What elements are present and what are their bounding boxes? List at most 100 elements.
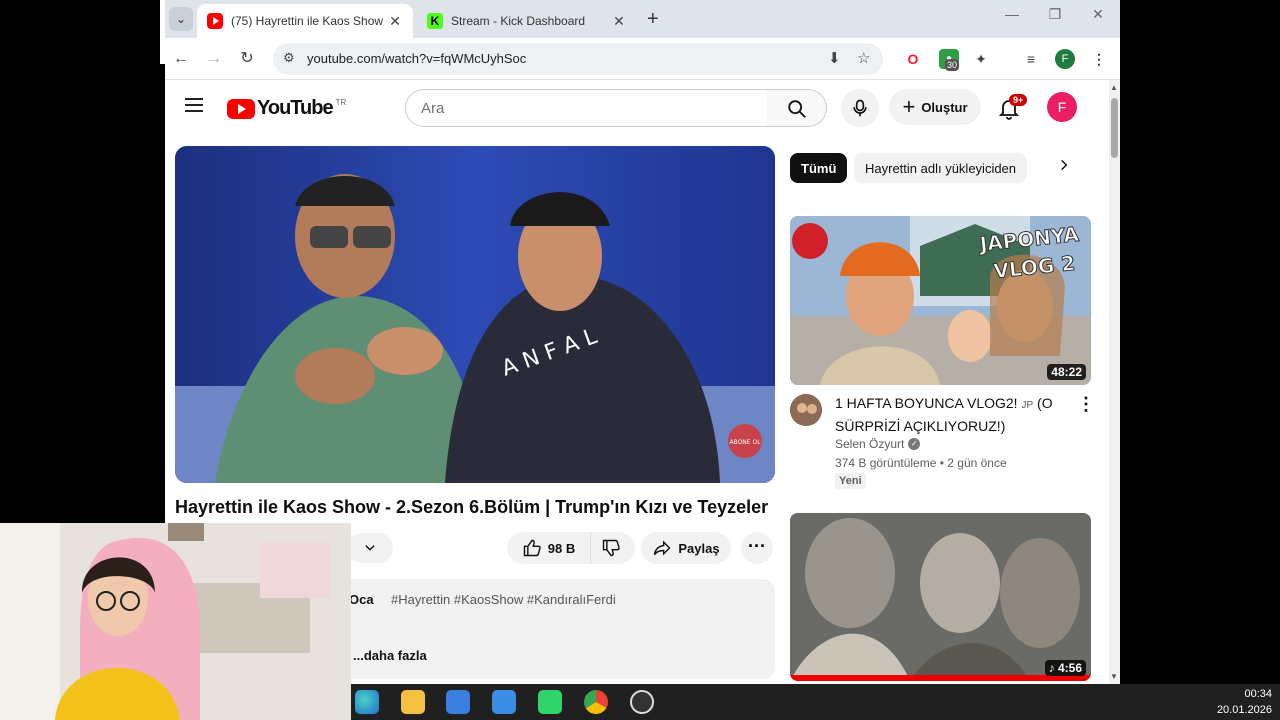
subscribe-dropdown-button[interactable] [347, 533, 393, 563]
share-icon [654, 540, 671, 556]
extensions-puzzle-icon[interactable]: ✦ [971, 49, 991, 69]
mail-icon[interactable] [492, 690, 516, 714]
scroll-down-icon[interactable]: ▼ [1110, 672, 1118, 681]
tab-search-button[interactable]: ⌄ [169, 7, 193, 31]
store-icon[interactable] [446, 690, 470, 714]
dislike-button[interactable] [591, 532, 635, 564]
opera-extension-icon[interactable]: O [903, 49, 923, 69]
clock-time: 00:34 [1244, 688, 1272, 700]
more-horizontal-icon: ··· [748, 536, 766, 556]
scroll-up-icon[interactable]: ▲ [1110, 83, 1118, 92]
webcam-image [0, 523, 351, 720]
restore-button[interactable]: ❐ [1035, 6, 1075, 23]
create-label: Oluştur [921, 99, 968, 115]
minimize-button[interactable]: — [992, 6, 1032, 22]
tab-title: (75) Hayrettin ile Kaos Show - 2 [231, 14, 387, 28]
search-input[interactable] [406, 90, 767, 126]
chevron-right-icon[interactable] [1057, 157, 1071, 178]
video-duration: ♪ 4:56 [1044, 660, 1086, 676]
title-part: 1 HAFTA BOYUNCA VLOG2! [835, 395, 1022, 411]
new-badge: Yeni [835, 473, 866, 489]
media-controls-icon[interactable]: ≡ [1021, 49, 1041, 69]
scrollbar-thumb[interactable] [1111, 98, 1118, 158]
channel-name: Selen Özyurt [835, 437, 905, 451]
video-frame: A N F A L ABONE OL [175, 146, 775, 483]
thumbs-up-icon [523, 539, 541, 557]
system-clock[interactable]: 00:34 20.01.2026 [1217, 686, 1272, 718]
close-window-button[interactable]: ✕ [1078, 6, 1118, 23]
tab-youtube[interactable]: (75) Hayrettin ile Kaos Show - 2 ✕ [197, 4, 413, 38]
create-button[interactable]: + Oluştur [889, 89, 981, 125]
tab-bar: ⌄ (75) Hayrettin ile Kaos Show - 2 ✕ K S… [165, 0, 1120, 38]
recommendation-thumbnail[interactable]: JAPONYA VLOG 2 48:22 [790, 216, 1091, 385]
share-button[interactable]: Paylaş [641, 532, 731, 564]
windows-taskbar: 00:34 20.01.2026 [351, 684, 1280, 720]
like-count: 98 B [547, 540, 576, 556]
clock-date: 20.01.2026 [1216, 704, 1272, 716]
chevron-down-icon [365, 545, 375, 551]
duration-text: 4:56 [1057, 661, 1082, 675]
chip-all[interactable]: Tümü [790, 153, 848, 183]
recommendation-thumbnail[interactable]: ♪ 4:56 [790, 513, 1091, 681]
site-info-icon[interactable]: ⚙ [283, 50, 295, 66]
thumbs-down-icon [602, 539, 620, 557]
account-avatar[interactable]: F [1047, 92, 1077, 122]
video-title: Hayrettin ile Kaos Show - 2.Sezon 6.Bölü… [175, 497, 769, 517]
thumbnail-image: JAPONYA VLOG 2 [790, 216, 1091, 385]
title-small-part: JP [1021, 400, 1034, 411]
back-button[interactable]: ← [170, 48, 192, 70]
verified-icon: ✓ [908, 438, 921, 450]
recommendation-title[interactable]: 1 HAFTA BOYUNCA VLOG2! JP (O SÜRPRİZİ AÇ… [835, 393, 1065, 436]
tab-kick[interactable]: K Stream - Kick Dashboard ✕ [417, 4, 637, 38]
more-vertical-icon[interactable]: ⋮ [1077, 394, 1095, 415]
search-button[interactable] [767, 89, 827, 127]
search-box [405, 89, 768, 127]
bookmark-star-icon[interactable]: ☆ [857, 49, 870, 67]
description-date: Oca [349, 592, 374, 607]
page-scrollbar[interactable]: ▲ ▼ [1109, 80, 1120, 684]
file-explorer-icon[interactable] [401, 690, 425, 714]
youtube-play-icon [227, 98, 255, 119]
plus-icon: + [902, 94, 916, 119]
youtube-logo[interactable]: YouTube TR [227, 97, 346, 120]
voice-search-button[interactable] [841, 89, 879, 127]
video-player[interactable]: A N F A L ABONE OL [175, 146, 775, 483]
obs-icon[interactable] [630, 690, 654, 714]
browser-toolbar: ← → ↻ ⚙ youtube.com/watch?v=fqWMcUyhSoc … [165, 38, 1120, 80]
microphone-icon [853, 99, 867, 117]
video-duration: 48:22 [1047, 364, 1086, 380]
youtube-icon [207, 13, 223, 29]
video-meta: 374 B görüntüleme • 2 gün önce [835, 456, 1007, 470]
watermark: ABONE OL [729, 439, 761, 446]
kick-icon: K [427, 13, 443, 29]
notification-badge: 9+ [1009, 94, 1028, 106]
youtube-header: YouTube TR + Oluştur [165, 80, 1109, 136]
like-dislike-group: 98 B [507, 532, 635, 564]
close-icon[interactable]: ✕ [611, 13, 627, 30]
search-icon [788, 100, 806, 118]
reload-button[interactable]: ↻ [236, 48, 258, 70]
description-hashtags[interactable]: #Hayrettin #KaosShow #KandıralıFerdi [391, 592, 616, 607]
edge-icon[interactable] [355, 690, 379, 714]
address-bar[interactable]: ⚙ youtube.com/watch?v=fqWMcUyhSoc ⬇ ☆ [273, 43, 883, 75]
channel-avatar[interactable] [790, 394, 822, 426]
close-icon[interactable]: ✕ [387, 13, 403, 30]
install-icon[interactable]: ⬇ [828, 49, 841, 67]
url-text: youtube.com/watch?v=fqWMcUyhSoc [307, 51, 527, 66]
browser-menu-icon[interactable]: ⋮ [1089, 49, 1109, 69]
channel-name-row[interactable]: Selen Özyurt ✓ [835, 437, 921, 451]
more-actions-button[interactable]: ··· [741, 532, 773, 564]
share-label: Paylaş [678, 540, 720, 556]
menu-icon[interactable] [185, 98, 203, 112]
new-tab-button[interactable]: + [647, 8, 659, 31]
like-button[interactable]: 98 B [507, 532, 591, 564]
region-code: TR [335, 98, 347, 107]
chip-from-uploader[interactable]: Hayrettin adlı yükleyiciden [854, 153, 1028, 183]
chrome-icon[interactable] [584, 690, 608, 714]
background [1120, 0, 1280, 684]
profile-avatar[interactable]: F [1055, 49, 1075, 69]
forward-button[interactable]: → [203, 48, 225, 70]
show-more-link[interactable]: ...daha fazla [353, 648, 427, 663]
chat-app-icon[interactable] [538, 690, 562, 714]
tab-title: Stream - Kick Dashboard [451, 14, 586, 28]
